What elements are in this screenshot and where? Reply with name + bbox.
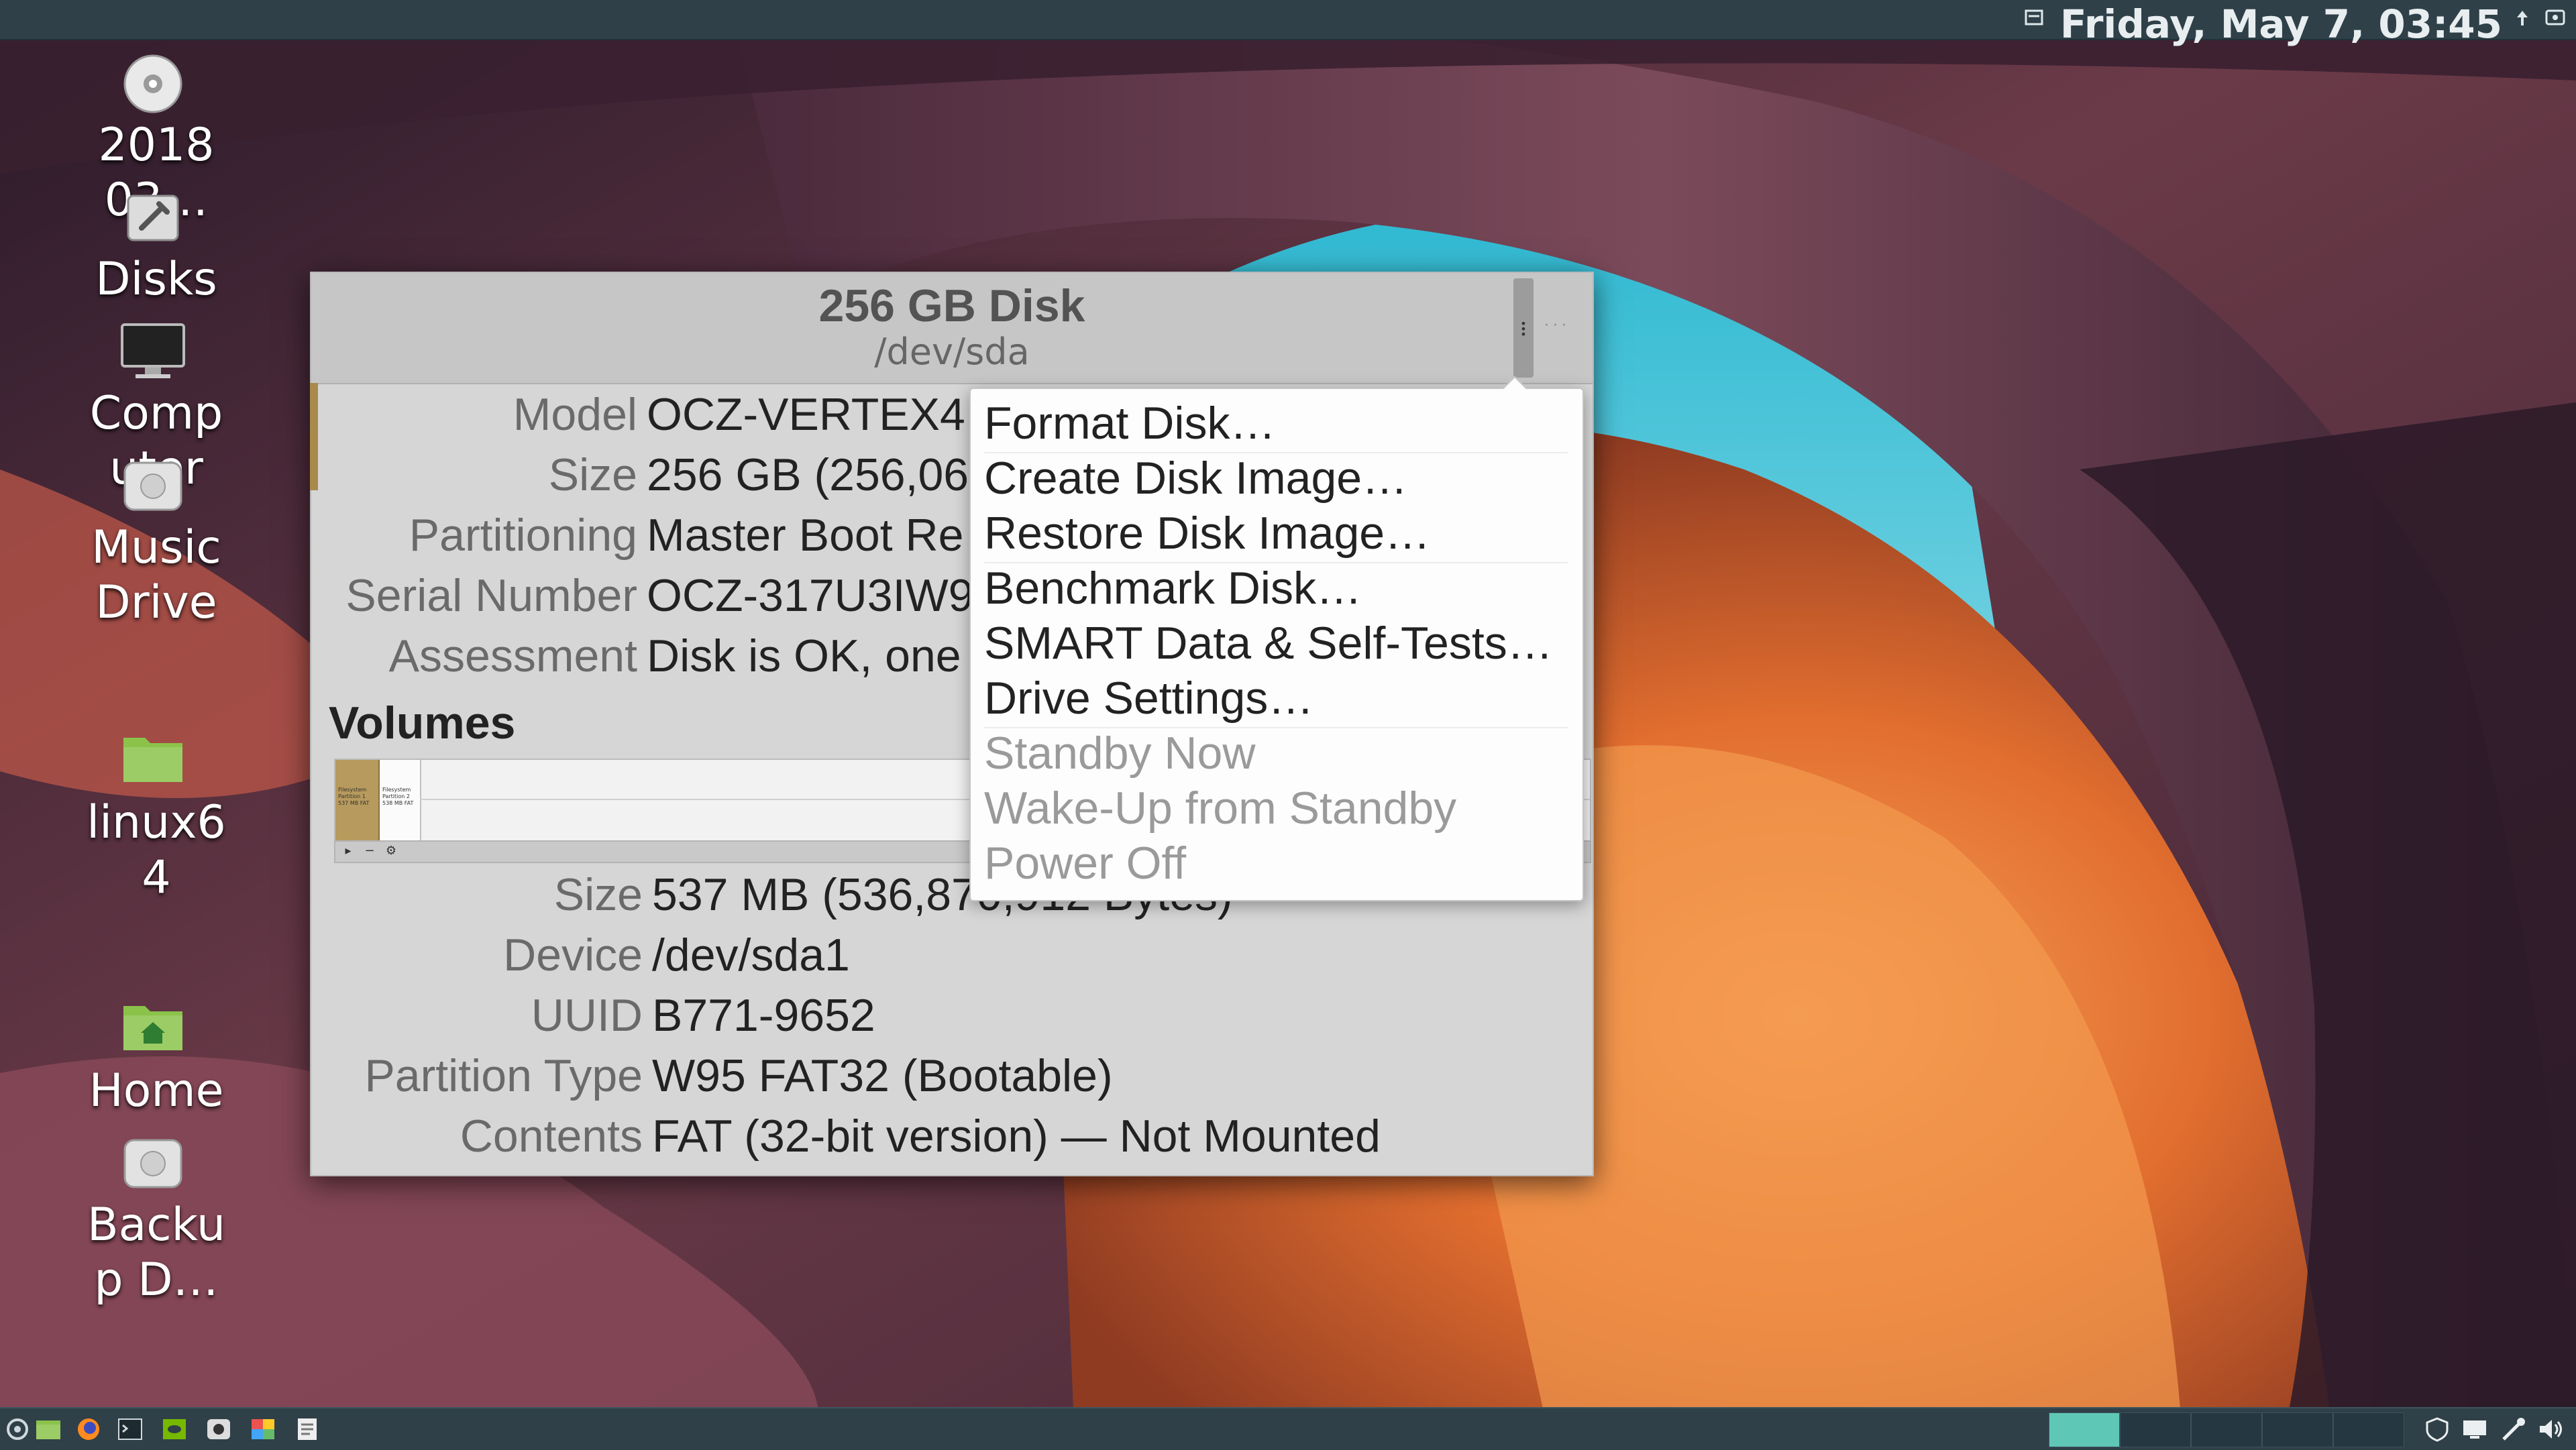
property-label: Partition Type — [364, 1050, 643, 1101]
property-value: W95 FAT32 (Bootable) — [652, 1050, 1113, 1101]
clock[interactable]: Friday, May 7, 03:45 — [2060, 0, 2502, 47]
property-value: OCZ-VERTEX4 — [647, 389, 965, 440]
menu-item-wake-up: Wake-Up from Standby — [984, 783, 1457, 834]
desktop-icon-music-drive[interactable]: Music Drive — [79, 456, 227, 630]
desktop-icon-linux64[interactable]: linux6 4 — [79, 731, 227, 905]
folder-icon — [123, 738, 182, 782]
menu-item-power-off: Power Off — [984, 838, 1187, 889]
window-controls[interactable]: ··· — [1544, 317, 1570, 334]
property-value: Disk is OK, one — [647, 630, 961, 681]
calendar-icon[interactable] — [2025, 8, 2043, 27]
desktop-icon-label: linux6 4 — [87, 796, 226, 904]
drive-menu-button[interactable]: • • • — [1513, 278, 1534, 378]
display-icon[interactable] — [2461, 1416, 2489, 1442]
desktop-icon-label: Home — [89, 1064, 224, 1117]
disks-utility-icon — [127, 194, 179, 241]
optical-disc-icon — [123, 54, 182, 113]
property-label: Assessment — [388, 630, 637, 681]
menu-icon[interactable] — [4, 1416, 31, 1442]
window-title: 256 GB Disk — [818, 280, 1085, 331]
more-vertical-icon: • • • — [1520, 317, 1527, 341]
gear-icon[interactable]: ⚙ — [381, 843, 401, 859]
hard-drive-icon — [123, 1139, 182, 1188]
property-label: Size — [548, 449, 637, 500]
play-icon[interactable]: ▸ — [338, 843, 358, 859]
desktop-icon-disks[interactable]: Disks — [79, 188, 227, 309]
network-icon[interactable] — [2500, 1416, 2528, 1442]
menu-item-drive-settings[interactable]: Drive Settings… — [984, 671, 1568, 726]
menu-item-create-disk-image[interactable]: Create Disk Image… — [984, 451, 1568, 506]
terminal-icon[interactable] — [117, 1416, 144, 1442]
menu-item-format-disk[interactable]: Format Disk… — [984, 396, 1568, 451]
property-value: Master Boot Re — [647, 510, 964, 561]
workspace-5[interactable] — [2333, 1412, 2404, 1447]
menu-item-benchmark-disk[interactable]: Benchmark Disk… — [984, 561, 1568, 616]
property-value: 256 GB (256,06 — [647, 449, 969, 500]
partition-2-text: Filesystem Partition 2 538 MB FAT — [382, 787, 414, 806]
property-value: /dev/sda1 — [652, 930, 850, 981]
firefox-icon[interactable] — [75, 1416, 102, 1442]
property-label: Model — [513, 389, 637, 440]
files-icon[interactable] — [35, 1416, 62, 1442]
computer-monitor-icon — [121, 323, 185, 378]
property-label: UUID — [531, 990, 643, 1041]
top-panel: Friday, May 7, 03:45 — [0, 0, 2576, 47]
partition-1-text: Filesystem Partition 1 537 MB FAT — [338, 787, 370, 806]
menu-item-standby-now: Standby Now — [984, 728, 1256, 779]
nvidia-icon[interactable] — [161, 1416, 188, 1442]
partition-1-block[interactable]: Filesystem Partition 1 537 MB FAT — [335, 760, 380, 840]
desktop-icon-home[interactable]: Home — [79, 999, 227, 1120]
window-subtitle: /dev/sda — [874, 331, 1030, 373]
property-label: Partitioning — [409, 510, 637, 561]
workspace-4[interactable] — [2262, 1412, 2333, 1447]
desktop-icon-label: Disks — [95, 253, 217, 306]
workspace-1[interactable] — [2049, 1412, 2120, 1447]
hard-drive-icon — [123, 461, 182, 511]
disk-icon[interactable] — [205, 1416, 232, 1442]
minus-icon[interactable]: − — [360, 843, 380, 859]
bottom-panel — [0, 1407, 2576, 1450]
screen-icon[interactable] — [2545, 8, 2565, 28]
menu-item-restore-disk-image[interactable]: Restore Disk Image… — [984, 506, 1568, 561]
property-value: B771-9652 — [652, 990, 875, 1041]
menu-item-smart-data[interactable]: SMART Data & Self-Tests… — [984, 616, 1568, 671]
property-value: FAT (32-bit version) — Not Mounted — [652, 1111, 1381, 1162]
partition-2-block[interactable]: Filesystem Partition 2 538 MB FAT — [380, 760, 421, 840]
volume-icon[interactable] — [2537, 1416, 2565, 1442]
text-editor-icon[interactable] — [294, 1416, 321, 1442]
drive-popup-menu: Format Disk… Create Disk Image… Restore … — [969, 376, 1584, 901]
home-folder-icon — [123, 1006, 182, 1050]
property-label: Serial Number — [345, 570, 637, 621]
desktop-icon-backup-drive[interactable]: Backu p D… — [79, 1133, 227, 1308]
property-label: Device — [503, 930, 643, 981]
color-picker-icon[interactable] — [250, 1416, 276, 1442]
shield-icon[interactable] — [2423, 1416, 2451, 1442]
property-label: Contents — [460, 1111, 643, 1162]
property-label: Size — [553, 869, 643, 920]
desktop-icon-label: Music Drive — [91, 521, 221, 629]
arrow-up-icon[interactable] — [2516, 9, 2529, 27]
window-header: 256 GB Disk /dev/sda • • • ··· — [311, 273, 1593, 384]
workspace-3[interactable] — [2191, 1412, 2262, 1447]
volumes-heading: Volumes — [329, 698, 516, 748]
workspace-2[interactable] — [2120, 1412, 2191, 1447]
property-value: OCZ-317U3IW9 — [647, 570, 974, 621]
desktop-icon-label: Backu p D… — [87, 1198, 226, 1306]
